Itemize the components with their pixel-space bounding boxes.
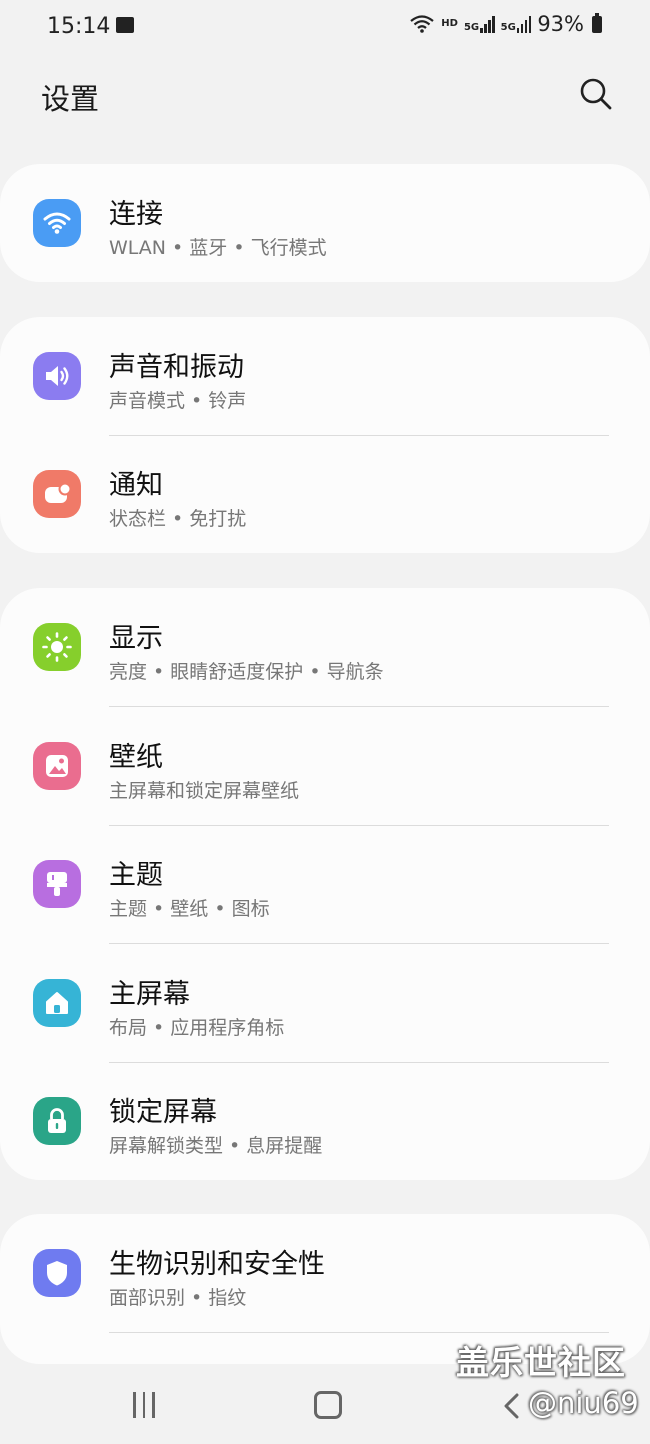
settings-item-subtitle: 布局 • 应用程序角标: [109, 1017, 285, 1039]
settings-item-title: 锁定屏幕: [109, 1097, 217, 1128]
settings-item-title: 通知: [109, 470, 163, 501]
settings-item-subtitle: 屏幕解锁类型 • 息屏提醒: [109, 1135, 323, 1157]
chevron-left-icon: [504, 1393, 519, 1419]
settings-item-notifications[interactable]: 通知 状态栏 • 免打扰: [0, 435, 650, 553]
settings-item-subtitle: 面部识别 • 指纹: [109, 1287, 247, 1309]
shield-icon: [33, 1249, 81, 1297]
settings-card-connections: 连接 WLAN • 蓝牙 • 飞行模式: [0, 164, 650, 282]
battery-icon: [592, 12, 602, 33]
search-button[interactable]: [578, 76, 614, 112]
gallery-notification-icon: [116, 17, 134, 33]
back-button[interactable]: [500, 1392, 526, 1420]
wifi-status-icon: [410, 15, 434, 33]
settings-item-display[interactable]: 显示 亮度 • 眼睛舒适度保护 • 导航条: [0, 588, 650, 706]
lock-icon: [33, 1097, 81, 1145]
settings-item-subtitle: WLAN • 蓝牙 • 飞行模式: [109, 237, 327, 259]
page-title: 设置: [41, 82, 100, 116]
settings-item-title: 壁纸: [109, 742, 163, 773]
settings-card-sound: 声音和振动 声音模式 • 铃声 通知 状态栏 • 免打扰: [0, 317, 650, 553]
notification-icon: [33, 470, 81, 518]
sim2-label: 5G: [500, 22, 516, 33]
hd-label: HD: [441, 18, 458, 29]
signal-bars-icon: [516, 15, 532, 33]
home-button[interactable]: [314, 1391, 342, 1419]
divider: [109, 1332, 609, 1333]
settings-item-subtitle: 声音模式 • 铃声: [109, 390, 247, 412]
sim2-signal: 5G: [501, 15, 532, 33]
sim1-label: 5G: [463, 22, 480, 33]
recent-apps-button[interactable]: [133, 1392, 159, 1418]
status-indicators: HD 5G 5G 93%: [409, 12, 602, 36]
settings-item-subtitle: 主屏幕和锁定屏幕壁纸: [109, 780, 300, 802]
settings-item-wallpaper[interactable]: 壁纸 主屏幕和锁定屏幕壁纸: [0, 707, 650, 825]
watermark-username: @niu69: [528, 1386, 639, 1420]
sim1-signal: 5G: [464, 15, 495, 33]
settings-item-home-screen[interactable]: 主屏幕 布局 • 应用程序角标: [0, 944, 650, 1062]
paintbrush-icon: [33, 860, 81, 908]
settings-item-title: 主题: [109, 860, 163, 891]
settings-item-title: 主屏幕: [109, 979, 190, 1010]
speaker-icon: [33, 352, 81, 400]
settings-item-subtitle: 主题 • 壁纸 • 图标: [109, 898, 270, 920]
settings-item-title: 声音和振动: [109, 352, 244, 383]
settings-item-subtitle: 状态栏 • 免打扰: [109, 508, 247, 530]
sun-icon: [33, 623, 81, 671]
settings-item-connections[interactable]: 连接 WLAN • 蓝牙 • 飞行模式: [0, 164, 650, 282]
settings-card-display: 显示 亮度 • 眼睛舒适度保护 • 导航条 壁纸 主屏幕和锁定屏幕壁纸 主题 主…: [0, 588, 650, 1180]
status-bar: 15:14 HD 5G 5G 93%: [0, 0, 650, 56]
home-icon: [33, 979, 81, 1027]
settings-item-lock-screen[interactable]: 锁定屏幕 屏幕解锁类型 • 息屏提醒: [0, 1062, 650, 1180]
settings-item-biometrics-security[interactable]: 生物识别和安全性 面部识别 • 指纹: [0, 1214, 650, 1332]
settings-item-title: 显示: [109, 623, 163, 654]
settings-item-subtitle: 亮度 • 眼睛舒适度保护 • 导航条: [109, 661, 384, 683]
settings-item-sounds[interactable]: 声音和振动 声音模式 • 铃声: [0, 317, 650, 435]
battery-percent: 93%: [537, 12, 584, 36]
status-time: 15:14: [47, 14, 111, 39]
wifi-icon: [33, 199, 81, 247]
settings-item-title: 生物识别和安全性: [109, 1249, 325, 1280]
signal-bars-icon: [480, 15, 495, 33]
watermark-community: 盖乐世社区: [456, 1343, 626, 1382]
settings-item-themes[interactable]: 主题 主题 • 壁纸 • 图标: [0, 825, 650, 943]
search-icon: [580, 78, 612, 110]
settings-item-title: 连接: [109, 199, 163, 230]
picture-icon: [33, 742, 81, 790]
